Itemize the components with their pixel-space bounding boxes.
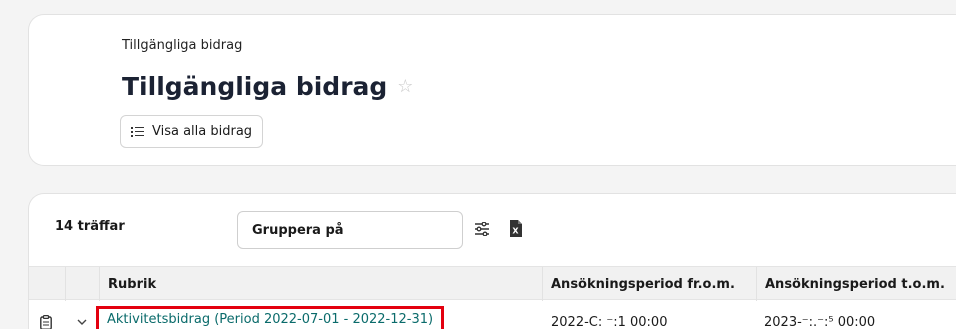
result-count: 14 träffar [55,219,125,234]
grants-list-card: 14 träffar Gruppera på X Rubrik Ansöknin… [28,193,956,329]
page-header-card: Tillgängliga bidrag Tillgängliga bidrag … [28,14,956,166]
header-cell-icon [29,267,65,301]
grant-title-link[interactable]: Aktivitetsbidrag (Period 2022-07-01 - 20… [96,306,445,329]
column-header-from[interactable]: Ansökningsperiod fr.o.m. [542,267,756,301]
page-title-row: Tillgängliga bidrag ☆ [122,72,413,101]
table-header: Rubrik Ansökningsperiod fr.o.m. Ansöknin… [29,266,956,301]
star-icon[interactable]: ☆ [397,76,413,97]
sliders-icon[interactable] [474,222,490,236]
excel-export-icon[interactable]: X [509,220,522,237]
group-by-placeholder: Gruppera på [252,222,344,238]
column-header-to[interactable]: Ansökningsperiod t.o.m. [756,267,956,301]
period-from-cell: 2022-C: ⁻:1 00:00 [551,314,668,329]
column-header-title[interactable]: Rubrik [99,267,542,301]
chevron-down-icon[interactable] [77,300,87,329]
breadcrumb[interactable]: Tillgängliga bidrag [122,38,242,53]
clipboard-icon [40,300,52,329]
list-icon [131,126,144,137]
period-to-cell: 2023-⁻:.⁻:⁵ 00:00 [764,314,876,329]
view-all-grants-button[interactable]: Visa alla bidrag [120,115,264,148]
svg-text:X: X [512,227,519,236]
view-all-grants-label: Visa alla bidrag [152,124,253,139]
header-cell-expand [65,267,99,301]
page-title: Tillgängliga bidrag [122,72,388,101]
group-by-select[interactable]: Gruppera på [237,211,463,249]
